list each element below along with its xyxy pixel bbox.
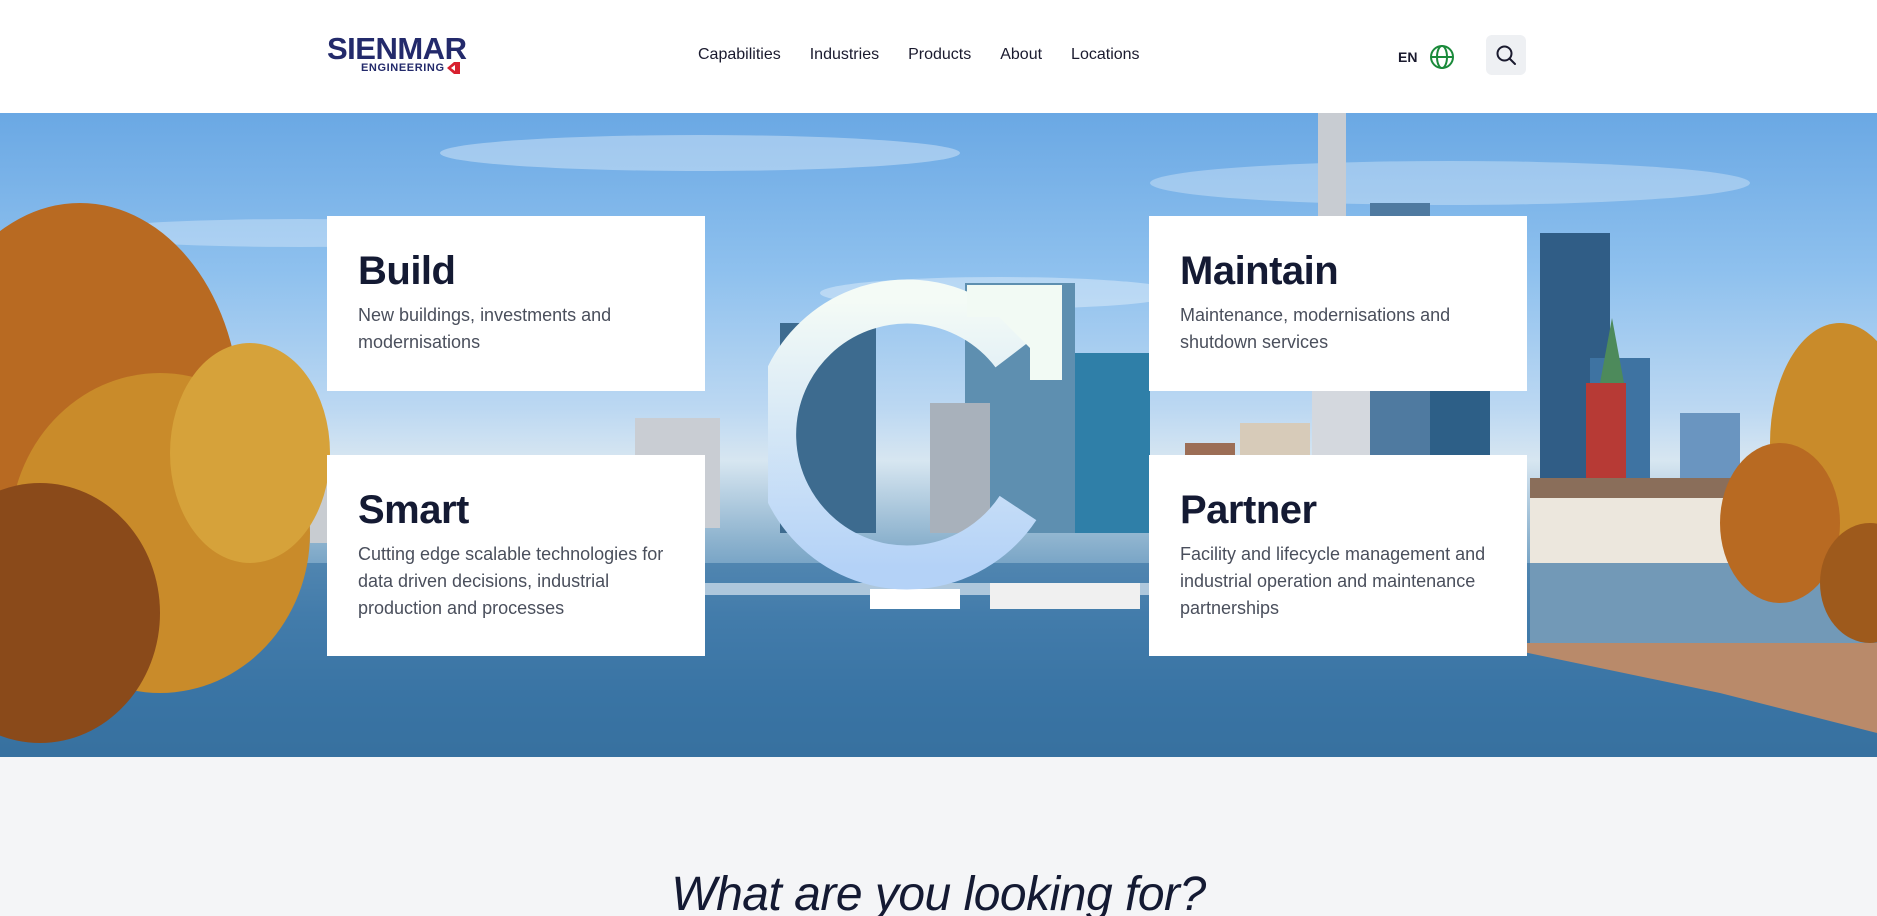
card-build[interactable]: Build New buildings, investments and mod… <box>327 216 705 391</box>
site-logo[interactable]: SIENMAR ENGINEERING <box>327 31 467 77</box>
card-description: Facility and lifecycle management and in… <box>1180 544 1486 618</box>
card-description: New buildings, investments and modernisa… <box>358 305 612 352</box>
card-title: Maintain <box>1180 249 1339 293</box>
search-section: What are you looking for? <box>0 757 1877 916</box>
logo-subtitle: ENGINEERING <box>361 62 445 74</box>
nav-item-locations[interactable]: Locations <box>1071 46 1140 64</box>
search-button[interactable] <box>1486 35 1526 75</box>
logo-wordmark: SIENMAR <box>327 31 467 66</box>
cycle-arrow-icon <box>768 279 1062 590</box>
card-description: Cutting edge scalable technologies for d… <box>358 544 664 618</box>
language-label: EN <box>1398 49 1418 65</box>
card-smart[interactable]: Smart Cutting edge scalable technologies… <box>327 455 705 656</box>
logo-mark-icon <box>447 62 460 74</box>
nav-item-industries[interactable]: Industries <box>810 46 879 64</box>
card-title: Partner <box>1180 488 1317 532</box>
card-description: Maintenance, modernisations and shutdown… <box>1180 305 1451 352</box>
globe-icon <box>1430 45 1455 69</box>
search-icon <box>1496 45 1516 65</box>
nav-item-about[interactable]: About <box>1000 46 1042 64</box>
hero-banner: Build New buildings, investments and mod… <box>0 113 1877 757</box>
card-title: Build <box>358 249 456 293</box>
nav-item-products[interactable]: Products <box>908 46 971 64</box>
main-nav: Capabilities Industries Products About L… <box>698 46 1169 64</box>
section-heading: What are you looking for? <box>671 868 1206 916</box>
card-maintain[interactable]: Maintain Maintenance, modernisations and… <box>1149 216 1527 391</box>
card-partner[interactable]: Partner Facility and lifecycle managemen… <box>1149 455 1527 656</box>
site-header: SIENMAR ENGINEERING Capabilities Industr… <box>0 0 1877 113</box>
nav-item-capabilities[interactable]: Capabilities <box>698 46 781 64</box>
language-switcher[interactable]: EN <box>1398 44 1455 70</box>
card-title: Smart <box>358 488 469 532</box>
